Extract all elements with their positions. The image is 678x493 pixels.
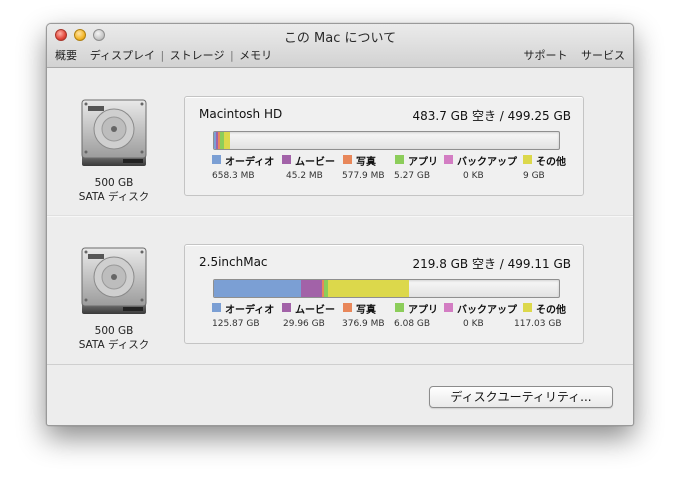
legend-value: 376.9 MB [342, 319, 385, 329]
disk-row: 500 GB SATA ディスク 2.5inchMac 219.8 GB 空き … [47, 236, 633, 376]
legend-value: 9 GB [523, 171, 545, 181]
toolbar-links: サポート サービス [514, 47, 626, 63]
tab-storage[interactable]: ストレージ [170, 49, 225, 62]
usage-bar-audio [214, 280, 301, 297]
tab-divider: | [229, 49, 234, 62]
tab-divider: | [160, 49, 165, 62]
legend-label: アプリ [408, 157, 438, 168]
usage-bar-other [327, 280, 409, 297]
legend-value: 0 KB [463, 171, 484, 181]
legend-label: 写真 [356, 305, 376, 316]
legend-label: アプリ [408, 305, 438, 316]
disk-interface: SATA ディスク [78, 191, 150, 203]
toolbar-tabs: 概要 | ディスプレイ | ストレージ | メモリ [55, 47, 272, 63]
usage-legend: オーディオ 658.3 MB ムービー 45.2 MB 写真 577.9 MB [212, 154, 577, 188]
legend-label: その他 [536, 305, 566, 316]
disk-row: 500 GB SATA ディスク Macintosh HD 483.7 GB 空… [47, 88, 633, 228]
backups-swatch [444, 303, 453, 312]
row-divider [47, 216, 633, 217]
other-swatch [523, 155, 532, 164]
window-title: この Mac について [283, 31, 397, 46]
disk-free-space: 219.8 GB 空き / 499.11 GB [412, 257, 571, 271]
disk-free-space: 483.7 GB 空き / 499.25 GB [412, 109, 571, 123]
movies-swatch [282, 155, 291, 164]
storage-pane: 500 GB SATA ディスク Macintosh HD 483.7 GB 空… [47, 68, 633, 425]
footer-divider [47, 364, 633, 365]
movies-swatch [282, 303, 291, 312]
usage-bar [213, 279, 560, 298]
legend-label: オーディオ [225, 157, 275, 168]
tab-displays[interactable]: ディスプレイ [90, 49, 155, 62]
legend-value: 577.9 MB [342, 171, 385, 181]
audio-swatch [212, 303, 221, 312]
photos-swatch [343, 155, 352, 164]
disk-caption: 500 GB SATA ディスク [61, 324, 167, 352]
legend-label: ムービー [295, 157, 335, 168]
disk-utility-button[interactable]: ディスクユーティリティ... [429, 386, 613, 408]
disk-capacity: 500 GB [94, 177, 134, 189]
legend-value: 0 KB [463, 319, 484, 329]
usage-bar [213, 131, 560, 150]
disk-caption: 500 GB SATA ディスク [61, 176, 167, 204]
legend-label: 写真 [356, 157, 376, 168]
legend-value: 117.03 GB [514, 319, 562, 329]
tab-service[interactable]: サービス [581, 49, 625, 62]
title-bar: この Mac について 概要 | ディスプレイ | ストレージ | メモリ サポ… [47, 24, 633, 68]
legend-label: ムービー [295, 305, 335, 316]
photos-swatch [343, 303, 352, 312]
backups-swatch [444, 155, 453, 164]
disk-capacity: 500 GB [94, 325, 134, 337]
legend-label: バックアップ [457, 157, 517, 168]
legend-value: 658.3 MB [212, 171, 255, 181]
usage-bar-movies [301, 280, 322, 297]
disk-name: Macintosh HD [199, 107, 283, 121]
legend-value: 5.27 GB [394, 171, 431, 181]
apps-swatch [395, 303, 404, 312]
usage-legend: オーディオ 125.87 GB ムービー 29.96 GB 写真 376.9 M… [212, 302, 577, 336]
disk-usage-panel: 2.5inchMac 219.8 GB 空き / 499.11 GB オーディオ… [184, 244, 584, 344]
disk-interface: SATA ディスク [78, 339, 150, 351]
legend-label: バックアップ [457, 305, 517, 316]
disk-name: 2.5inchMac [199, 255, 268, 269]
legend-label: オーディオ [225, 305, 275, 316]
legend-value: 29.96 GB [283, 319, 325, 329]
hard-drive-icon [81, 99, 147, 166]
legend-label: その他 [536, 157, 566, 168]
legend-value: 45.2 MB [286, 171, 323, 181]
other-swatch [523, 303, 532, 312]
hard-drive-icon [81, 247, 147, 314]
tab-support[interactable]: サポート [524, 49, 568, 62]
apps-swatch [395, 155, 404, 164]
audio-swatch [212, 155, 221, 164]
about-this-mac-window: この Mac について 概要 | ディスプレイ | ストレージ | メモリ サポ… [46, 23, 634, 426]
tab-memory[interactable]: メモリ [239, 49, 272, 62]
disk-usage-panel: Macintosh HD 483.7 GB 空き / 499.25 GB オーデ… [184, 96, 584, 196]
legend-value: 6.08 GB [394, 319, 431, 329]
usage-bar-other [223, 132, 230, 149]
tab-overview[interactable]: 概要 [55, 49, 77, 62]
legend-value: 125.87 GB [212, 319, 260, 329]
